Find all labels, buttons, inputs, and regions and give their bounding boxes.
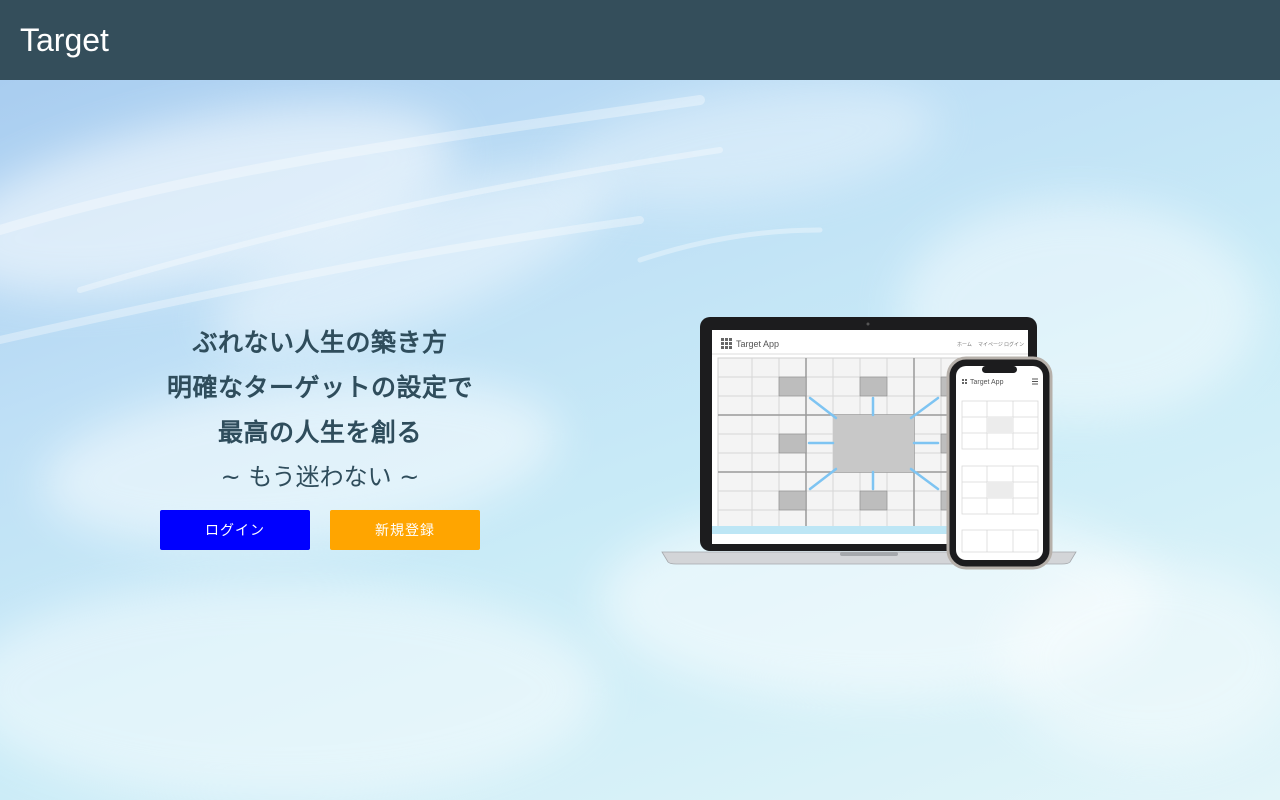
laptop-app-title: Target App xyxy=(736,339,779,349)
phone-app-title: Target App xyxy=(970,379,1004,386)
laptop-nav-mypage: マイページ xyxy=(978,342,1003,348)
device-mockup-image: Target App ホーム マイページ ログイン Target App xyxy=(661,317,1077,570)
login-button[interactable]: ログイン xyxy=(160,510,310,550)
hero-copy: ぶれない人生の築き方 明確なターゲットの設定で 最高の人生を創る ~ もう迷わな… xyxy=(130,320,510,501)
laptop-nav-home: ホーム xyxy=(957,342,972,348)
tagline: ~ もう迷わない ~ xyxy=(220,463,420,491)
headline-line-3: 最高の人生を創る xyxy=(217,418,422,447)
laptop-nav-login: ログイン xyxy=(1004,341,1024,348)
hero-buttons: ログイン 新規登録 xyxy=(160,510,480,550)
phone-notch xyxy=(982,366,1017,373)
phone-screen xyxy=(956,366,1043,560)
brand-link[interactable]: Target xyxy=(20,22,109,59)
signup-button[interactable]: 新規登録 xyxy=(330,510,480,550)
hero-section: ぶれない人生の築き方 明確なターゲットの設定で 最高の人生を創る ~ もう迷わな… xyxy=(0,80,1280,800)
headline-line-2: 明確なターゲットの設定で xyxy=(166,373,473,402)
grid-icon xyxy=(721,338,732,349)
top-navbar: Target xyxy=(0,0,1280,80)
headline-line-1: ぶれない人生の築き方 xyxy=(192,328,448,357)
